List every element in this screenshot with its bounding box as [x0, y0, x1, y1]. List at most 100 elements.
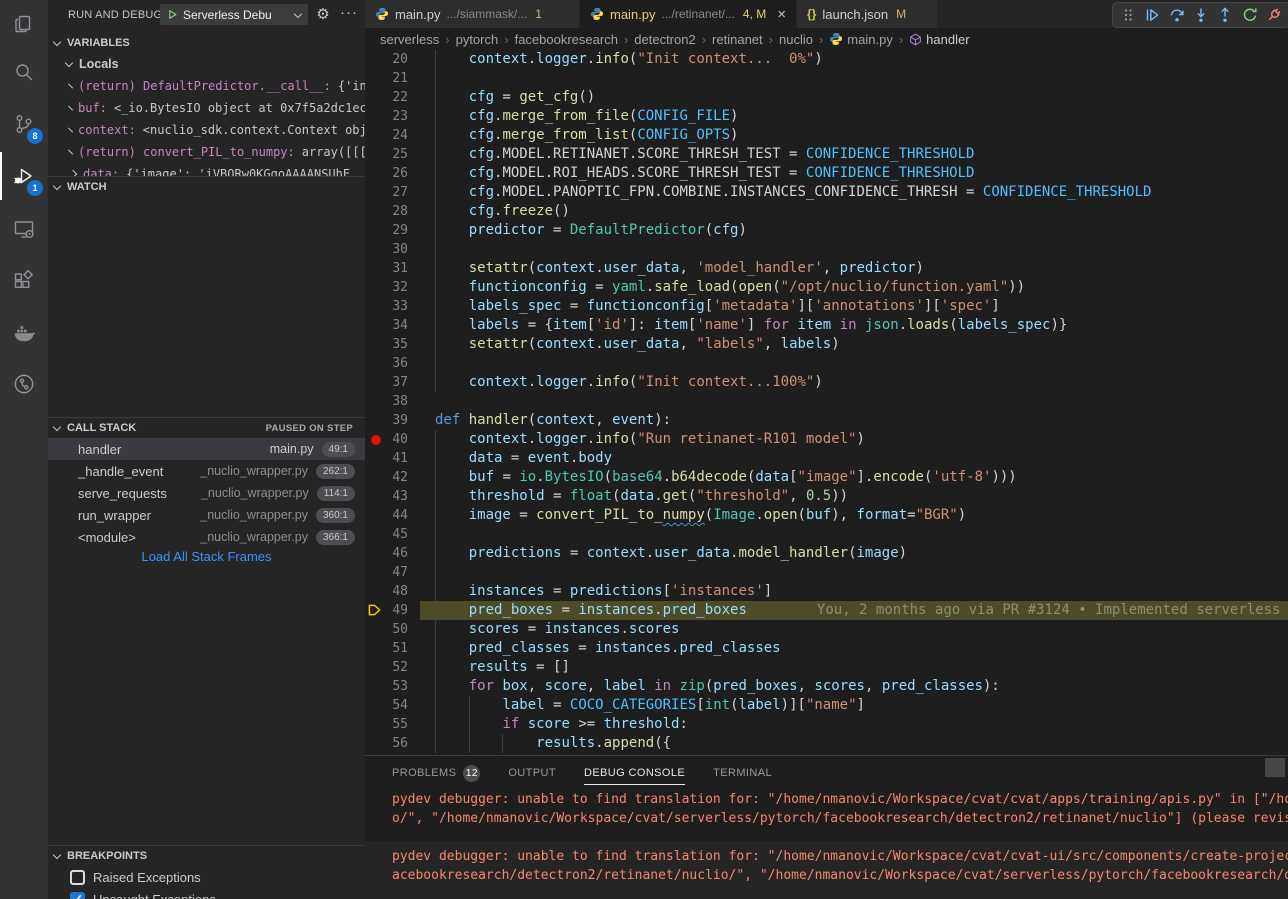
line-number[interactable]: 38 [365, 392, 408, 411]
editor-gutter[interactable]: 20 [365, 50, 435, 69]
line-number[interactable]: 24 [365, 126, 408, 145]
editor-gutter[interactable]: 53 [365, 677, 435, 696]
line-number[interactable]: 34 [365, 316, 408, 335]
line-number[interactable]: 55 [365, 715, 408, 734]
chevron-right-icon[interactable] [68, 128, 73, 133]
line-number[interactable]: 22 [365, 88, 408, 107]
code-line[interactable]: 26 cfg.MODEL.ROI_HEADS.SCORE_THRESH_TEST… [365, 164, 1288, 183]
code-line[interactable]: 56 results.append({ [365, 734, 1288, 753]
line-number[interactable]: 37 [365, 373, 408, 392]
line-number[interactable]: 40 [365, 430, 408, 449]
code-line[interactable]: 34 labels = {item['id']: item['name'] fo… [365, 316, 1288, 335]
breadcrumb-item[interactable]: detectron2 [634, 32, 695, 47]
checkbox[interactable] [70, 870, 85, 885]
callstack-frame[interactable]: handlermain.py49:1 [48, 438, 365, 460]
editor-gutter[interactable]: 54 [365, 696, 435, 715]
code-line[interactable]: 52 results = [] [365, 658, 1288, 677]
code-line[interactable]: 42 buf = io.BytesIO(base64.b64decode(dat… [365, 468, 1288, 487]
breadcrumb-item[interactable]: facebookresearch [515, 32, 618, 47]
code-line[interactable]: 27 cfg.MODEL.PANOPTIC_FPN.COMBINE.INSTAN… [365, 183, 1288, 202]
code-line[interactable]: 28 cfg.freeze() [365, 202, 1288, 221]
editor-gutter[interactable]: 45 [365, 525, 435, 544]
breadcrumb-item[interactable]: retinanet [712, 32, 763, 47]
editor-gutter[interactable]: 55 [365, 715, 435, 734]
remote-explorer-icon[interactable] [0, 205, 48, 253]
breadcrumb-item[interactable]: main.py [829, 32, 893, 47]
editor-gutter[interactable]: 47 [365, 563, 435, 582]
variable-row[interactable]: (return) convert_PIL_to_numpy:array([[[ … [48, 141, 365, 163]
editor-gutter[interactable]: 46 [365, 544, 435, 563]
chevron-right-icon[interactable] [68, 84, 73, 89]
load-all-stack-frames-link[interactable]: Load All Stack Frames [48, 549, 365, 564]
line-number[interactable]: 32 [365, 278, 408, 297]
breadcrumb-item[interactable]: handler [909, 32, 969, 47]
watch-section-header[interactable]: WATCH [48, 176, 365, 197]
code-line[interactable]: 33 labels_spec = functionconfig['metadat… [365, 297, 1288, 316]
editor-gutter[interactable]: 44 [365, 506, 435, 525]
launch-configuration-dropdown[interactable]: Serverless Debu [160, 4, 308, 25]
code-line[interactable]: 22 cfg = get_cfg() [365, 88, 1288, 107]
line-number[interactable]: 43 [365, 487, 408, 506]
line-number[interactable]: 33 [365, 297, 408, 316]
code-line[interactable]: 49 pred_boxes = instances.pred_boxesYou,… [365, 601, 1288, 620]
editor-tab[interactable]: {}launch.jsonM [797, 0, 938, 28]
docker-icon[interactable] [0, 309, 48, 357]
variable-row[interactable]: context:<nuclio_sdk.context.Context obje… [48, 119, 365, 141]
variable-row[interactable]: buf:<_io.BytesIO object at 0x7f5a2dc1ecc… [48, 97, 365, 119]
call-stack-section-header[interactable]: CALL STACK PAUSED ON STEP [48, 417, 365, 438]
line-number[interactable]: 42 [365, 468, 408, 487]
code-line[interactable]: 54 label = COCO_CATEGORIES[int(label)]["… [365, 696, 1288, 715]
editor-gutter[interactable]: 48 [365, 582, 435, 601]
line-number[interactable]: 21 [365, 69, 408, 88]
code-line[interactable]: 40 context.logger.info("Run retinanet-R1… [365, 430, 1288, 449]
code-line[interactable]: 55 if score >= threshold: [365, 715, 1288, 734]
start-debug-icon[interactable] [167, 9, 178, 20]
editor-gutter[interactable]: 40 [365, 430, 435, 449]
line-number[interactable]: 44 [365, 506, 408, 525]
code-line[interactable]: 53 for box, score, label in zip(pred_box… [365, 677, 1288, 696]
editor-gutter[interactable]: 31 [365, 259, 435, 278]
line-number[interactable]: 35 [365, 335, 408, 354]
editor-gutter[interactable]: 33 [365, 297, 435, 316]
editor-gutter[interactable]: 22 [365, 88, 435, 107]
code-line[interactable]: 35 setattr(context.user_data, "labels", … [365, 335, 1288, 354]
chevron-right-icon[interactable] [68, 106, 73, 111]
editor-tab[interactable]: main.py.../siammask/...1 [365, 0, 580, 28]
editor-gutter[interactable]: 32 [365, 278, 435, 297]
restart-button[interactable] [1237, 3, 1261, 27]
close-icon[interactable]: × [777, 7, 786, 22]
step-over-button[interactable] [1165, 3, 1189, 27]
line-number[interactable]: 29 [365, 221, 408, 240]
drag-handle-icon[interactable] [1116, 3, 1140, 27]
search-icon[interactable] [0, 48, 48, 96]
callstack-frame[interactable]: _handle_event_nuclio_wrapper.py262:1 [48, 460, 365, 482]
variable-row[interactable]: data:{'image': 'iVBORw0KGgoAAAANSUhE… [48, 163, 365, 176]
editor-gutter[interactable]: 50 [365, 620, 435, 639]
editor-gutter[interactable]: 36 [365, 354, 435, 373]
editor-gutter[interactable]: 52 [365, 658, 435, 677]
code-line[interactable]: 21 [365, 69, 1288, 88]
editor-gutter[interactable]: 21 [365, 69, 435, 88]
line-number[interactable]: 47 [365, 563, 408, 582]
line-number[interactable]: 56 [365, 734, 408, 753]
code-line[interactable]: 48 instances = predictions['instances'] [365, 582, 1288, 601]
line-number[interactable]: 28 [365, 202, 408, 221]
editor-gutter[interactable]: 35 [365, 335, 435, 354]
code-line[interactable]: 41 data = event.body [365, 449, 1288, 468]
callstack-frame[interactable]: <module>_nuclio_wrapper.py366:1 [48, 526, 365, 548]
code-line[interactable]: 44 image = convert_PIL_to_numpy(Image.op… [365, 506, 1288, 525]
code-line[interactable]: 25 cfg.MODEL.RETINANET.SCORE_THRESH_TEST… [365, 145, 1288, 164]
code-line[interactable]: 32 functionconfig = yaml.safe_load(open(… [365, 278, 1288, 297]
line-number[interactable]: 39 [365, 411, 408, 430]
editor-gutter[interactable]: 29 [365, 221, 435, 240]
code-line[interactable]: 24 cfg.merge_from_list(CONFIG_OPTS) [365, 126, 1288, 145]
line-number[interactable]: 51 [365, 639, 408, 658]
breadcrumb-item[interactable]: pytorch [456, 32, 499, 47]
line-number[interactable]: 53 [365, 677, 408, 696]
gear-icon[interactable]: ⚙ [312, 3, 334, 25]
editor-gutter[interactable]: 43 [365, 487, 435, 506]
editor-gutter[interactable]: 34 [365, 316, 435, 335]
code-line[interactable]: 43 threshold = float(data.get("threshold… [365, 487, 1288, 506]
line-number[interactable]: 48 [365, 582, 408, 601]
line-number[interactable]: 23 [365, 107, 408, 126]
